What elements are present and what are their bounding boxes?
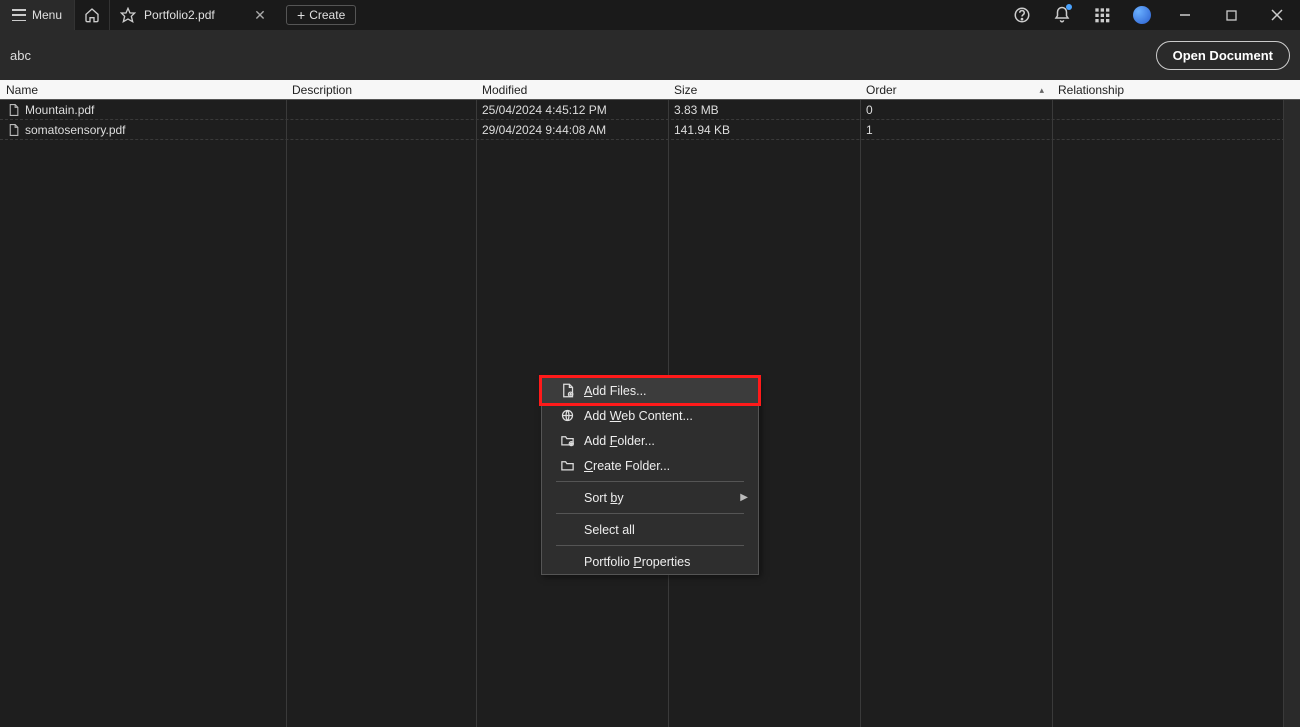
context-menu-separator	[556, 513, 744, 514]
context-menu-label: Portfolio Properties	[578, 555, 748, 569]
folder-icon	[556, 458, 578, 473]
pdf-file-icon	[6, 123, 20, 137]
sort-ascending-icon: ▴	[1039, 85, 1044, 96]
close-tab-button[interactable]: ✕	[250, 7, 270, 24]
close-icon	[1271, 9, 1283, 21]
web-icon	[556, 408, 578, 423]
add-folder-icon	[556, 433, 578, 448]
cell-size: 141.94 KB	[668, 123, 860, 137]
scrollbar[interactable]	[1284, 100, 1300, 727]
context-menu-select-all[interactable]: Select all	[542, 517, 758, 542]
cell-order: 1	[860, 123, 1052, 137]
column-header-size[interactable]: Size	[668, 83, 860, 97]
notifications-button[interactable]	[1042, 0, 1082, 30]
add-file-icon	[556, 383, 578, 398]
help-icon	[1013, 6, 1031, 24]
context-menu-add-web-content[interactable]: Add Web Content...	[542, 403, 758, 428]
open-document-label: Open Document	[1173, 48, 1273, 63]
apps-button[interactable]	[1082, 0, 1122, 30]
pdf-file-icon	[6, 103, 20, 117]
context-menu-add-files[interactable]: Add Files...	[542, 378, 758, 403]
context-menu-label: Select all	[578, 523, 748, 537]
hamburger-icon	[12, 9, 26, 21]
column-header-name[interactable]: Name	[0, 83, 286, 97]
context-menu-label: Add Folder...	[578, 434, 748, 448]
menu-label: Menu	[32, 8, 62, 22]
context-menu-add-folder[interactable]: Add Folder...	[542, 428, 758, 453]
cell-modified: 29/04/2024 9:44:08 AM	[476, 123, 668, 137]
column-header-description[interactable]: Description	[286, 83, 476, 97]
column-header-relationship[interactable]: Relationship	[1052, 83, 1300, 97]
plus-icon: +	[297, 8, 305, 22]
context-menu-label: Create Folder...	[578, 459, 748, 473]
toolbar: abc Open Document	[0, 30, 1300, 80]
context-menu-portfolio-properties[interactable]: Portfolio Properties	[542, 549, 758, 574]
create-button[interactable]: + Create	[286, 5, 356, 25]
file-name: somatosensory.pdf	[25, 123, 126, 137]
star-icon	[120, 7, 136, 23]
context-menu-label: Add Web Content...	[578, 409, 748, 423]
globe-icon	[1133, 6, 1151, 24]
context-menu-separator	[556, 481, 744, 482]
context-menu-separator	[556, 545, 744, 546]
breadcrumb: abc	[10, 48, 31, 63]
table-header: Name Description Modified Size Order ▴ R…	[0, 80, 1300, 100]
account-button[interactable]	[1122, 0, 1162, 30]
table-body[interactable]: Mountain.pdf 25/04/2024 4:45:12 PM 3.83 …	[0, 100, 1300, 727]
context-menu-sort-by[interactable]: Sort by ▶	[542, 485, 758, 510]
open-document-button[interactable]: Open Document	[1156, 41, 1290, 70]
context-menu-label: Add Files...	[578, 384, 748, 398]
close-window-button[interactable]	[1254, 0, 1300, 30]
submenu-arrow-icon: ▶	[740, 492, 748, 503]
maximize-icon	[1226, 10, 1237, 21]
home-button[interactable]	[74, 0, 110, 30]
column-header-order[interactable]: Order ▴	[860, 83, 1052, 97]
context-menu: Add Files... Add Web Content... Add Fold…	[541, 377, 759, 575]
help-button[interactable]	[1002, 0, 1042, 30]
table-row[interactable]: Mountain.pdf 25/04/2024 4:45:12 PM 3.83 …	[0, 100, 1300, 120]
document-tab[interactable]: Portfolio2.pdf ✕	[110, 0, 280, 30]
grid-icon	[1094, 7, 1110, 23]
table-row[interactable]: somatosensory.pdf 29/04/2024 9:44:08 AM …	[0, 120, 1300, 140]
minimize-button[interactable]	[1162, 0, 1208, 30]
cell-modified: 25/04/2024 4:45:12 PM	[476, 103, 668, 117]
notification-dot-icon	[1066, 4, 1072, 10]
context-menu-create-folder[interactable]: Create Folder...	[542, 453, 758, 478]
cell-order: 0	[860, 103, 1052, 117]
context-menu-label: Sort by	[578, 491, 740, 505]
column-header-modified[interactable]: Modified	[476, 83, 668, 97]
menu-button[interactable]: Menu	[0, 0, 74, 30]
title-bar: Menu Portfolio2.pdf ✕ + Create	[0, 0, 1300, 30]
minimize-icon	[1179, 9, 1191, 21]
file-name: Mountain.pdf	[25, 103, 94, 117]
tab-title: Portfolio2.pdf	[144, 8, 215, 22]
cell-size: 3.83 MB	[668, 103, 860, 117]
maximize-button[interactable]	[1208, 0, 1254, 30]
home-icon	[84, 7, 100, 23]
create-label: Create	[309, 8, 345, 22]
